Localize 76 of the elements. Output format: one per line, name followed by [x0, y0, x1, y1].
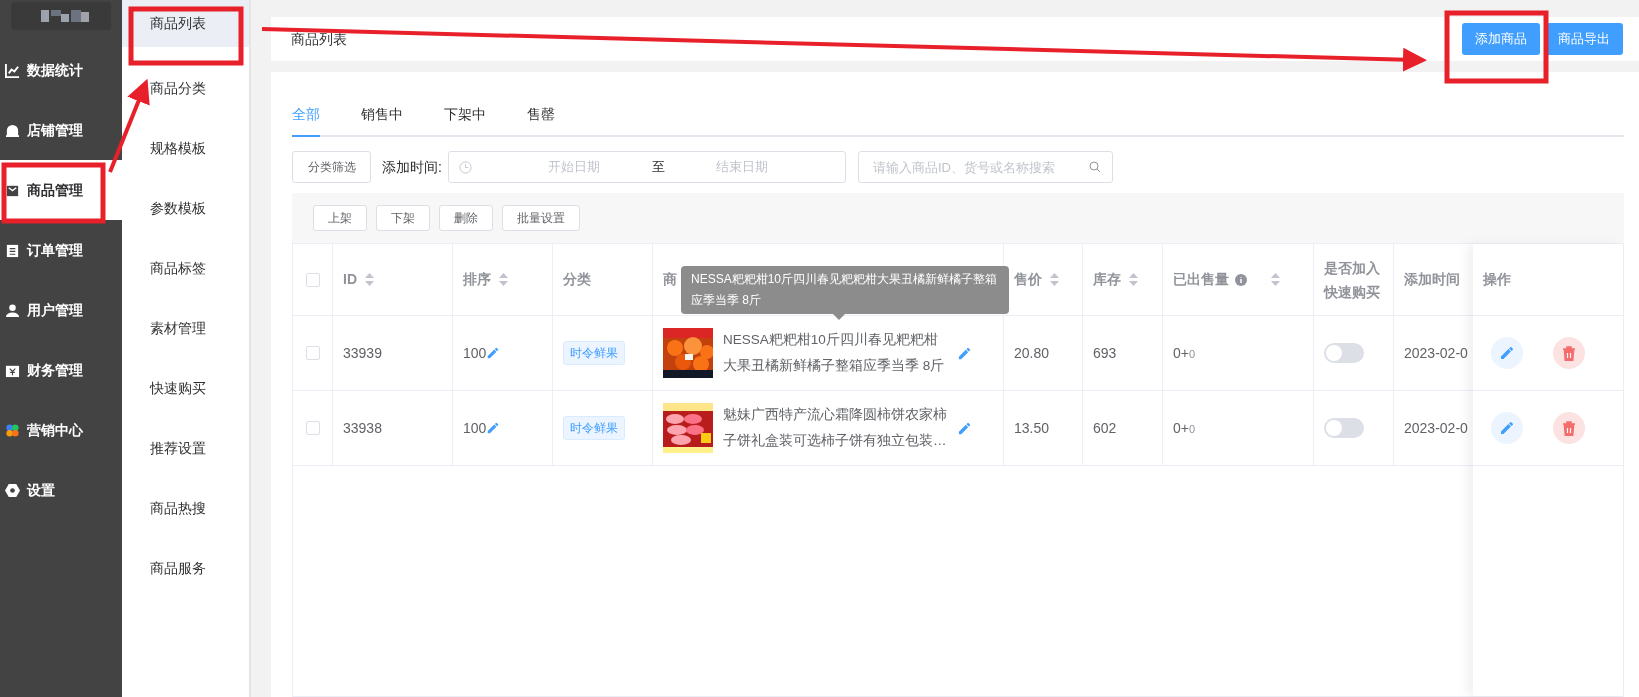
product-name: NESSA粑粑柑10斤四川春见粑粑柑大果丑橘新鲜橘子整箱应季当季 8斤 — [723, 331, 946, 375]
sort-icon[interactable] — [365, 273, 374, 286]
delete-button[interactable] — [1553, 337, 1585, 369]
clipboard-icon — [5, 242, 20, 258]
column-header: 是否加入快速购买 — [1314, 244, 1394, 315]
batch-button[interactable]: 下架 — [376, 205, 430, 231]
pencil-icon — [1499, 420, 1515, 436]
pencil-icon[interactable] — [957, 345, 972, 361]
sort-icon[interactable] — [1271, 273, 1280, 286]
table-cell-text: 100 — [463, 343, 487, 363]
column-header: 分类 — [553, 244, 653, 315]
user-icon — [5, 302, 20, 318]
column-header: 操作 — [1483, 270, 1511, 289]
sidebar-item[interactable]: 数据统计 — [0, 40, 122, 100]
sidebar-item[interactable]: 订单管理 — [0, 220, 122, 280]
checkbox[interactable] — [305, 346, 320, 360]
table-cell-text: 13.50 — [1014, 418, 1050, 438]
start-date-placeholder: 开始日期 — [546, 158, 601, 177]
search-field[interactable]: 请输入商品ID、货号或名称搜索 — [857, 151, 1113, 183]
batch-button[interactable]: 删除 — [439, 205, 493, 231]
sidebar-item[interactable]: 用户管理 — [0, 280, 122, 340]
sort-icon[interactable] — [499, 273, 508, 286]
page-title: 商品列表 — [291, 29, 347, 49]
table-cell-text: 0 — [1188, 346, 1196, 362]
table-cell-text: 33939 — [343, 343, 382, 363]
category-tag: 时令鲜果 — [563, 341, 625, 365]
info-icon[interactable] — [1235, 273, 1247, 286]
table-cell-text: 0 — [1188, 421, 1196, 437]
table-cell-text: 20.80 — [1014, 343, 1050, 363]
table-cell-text: 693 — [1093, 343, 1117, 363]
trash-icon — [1562, 345, 1576, 361]
tooltip: NESSA粑粑柑10斤四川春见粑粑柑大果丑橘新鲜橘子整箱应季当季 8斤 — [681, 266, 1009, 314]
toggle-switch[interactable] — [1324, 343, 1364, 363]
trash-icon — [1562, 420, 1576, 436]
sort-icon[interactable] — [1129, 273, 1138, 286]
batch-button[interactable]: 上架 — [313, 205, 367, 231]
search-icon[interactable] — [1088, 161, 1101, 173]
tab[interactable]: 销售中 — [361, 104, 403, 137]
sidebar-item[interactable]: 设置 — [0, 460, 122, 520]
end-date-placeholder: 结束日期 — [714, 158, 769, 177]
sidebar-item[interactable]: 营销中心 — [0, 400, 122, 460]
batch-button[interactable]: 批量设置 — [502, 205, 580, 231]
category-tag: 时令鲜果 — [563, 416, 625, 440]
pencil-icon — [1499, 345, 1515, 361]
category-filter-button[interactable]: 分类筛选 — [292, 151, 371, 183]
dome-icon — [5, 122, 20, 138]
table-cell-text: 0+ — [1173, 343, 1189, 363]
sidebar-item[interactable]: 财务管理 — [0, 340, 122, 400]
product-name: 魅妹广西特产流心霜降圆柿饼农家柿子饼礼盒装可选柿子饼有独立包装… — [723, 406, 947, 450]
tooltip-pointer — [833, 314, 845, 320]
pencil-icon[interactable] — [486, 346, 501, 360]
tab[interactable]: 售罄 — [527, 104, 555, 137]
table-cell-text: 33938 — [343, 418, 382, 438]
table-cell-text: 0+ — [1173, 418, 1189, 438]
table-cell-text: 2023-02-0 — [1404, 343, 1468, 363]
toggle-switch[interactable] — [1324, 418, 1364, 438]
pencil-icon[interactable] — [957, 420, 972, 436]
tab[interactable]: 下架中 — [444, 104, 486, 137]
table-cell-text: 100 — [463, 418, 487, 438]
edit-button[interactable] — [1491, 412, 1523, 444]
sort-icon[interactable] — [1050, 273, 1059, 286]
edit-button[interactable] — [1491, 337, 1523, 369]
checkbox[interactable] — [305, 272, 320, 287]
chart-icon — [5, 62, 20, 78]
range-separator: 至 — [651, 158, 665, 177]
date-range-field[interactable]: 开始日期 至 结束日期 — [447, 151, 846, 183]
settings-icon — [5, 482, 20, 498]
table-cell-text: 602 — [1093, 418, 1117, 438]
pencil-icon[interactable] — [486, 421, 501, 435]
petals-icon — [5, 422, 20, 438]
checkbox[interactable] — [305, 421, 320, 435]
sidebar-item[interactable]: 店铺管理 — [0, 100, 122, 160]
delete-button[interactable] — [1553, 412, 1585, 444]
table-cell-text: 2023-02-0 — [1404, 418, 1468, 438]
clock-icon — [458, 160, 472, 174]
date-label: 添加时间: — [382, 157, 442, 177]
